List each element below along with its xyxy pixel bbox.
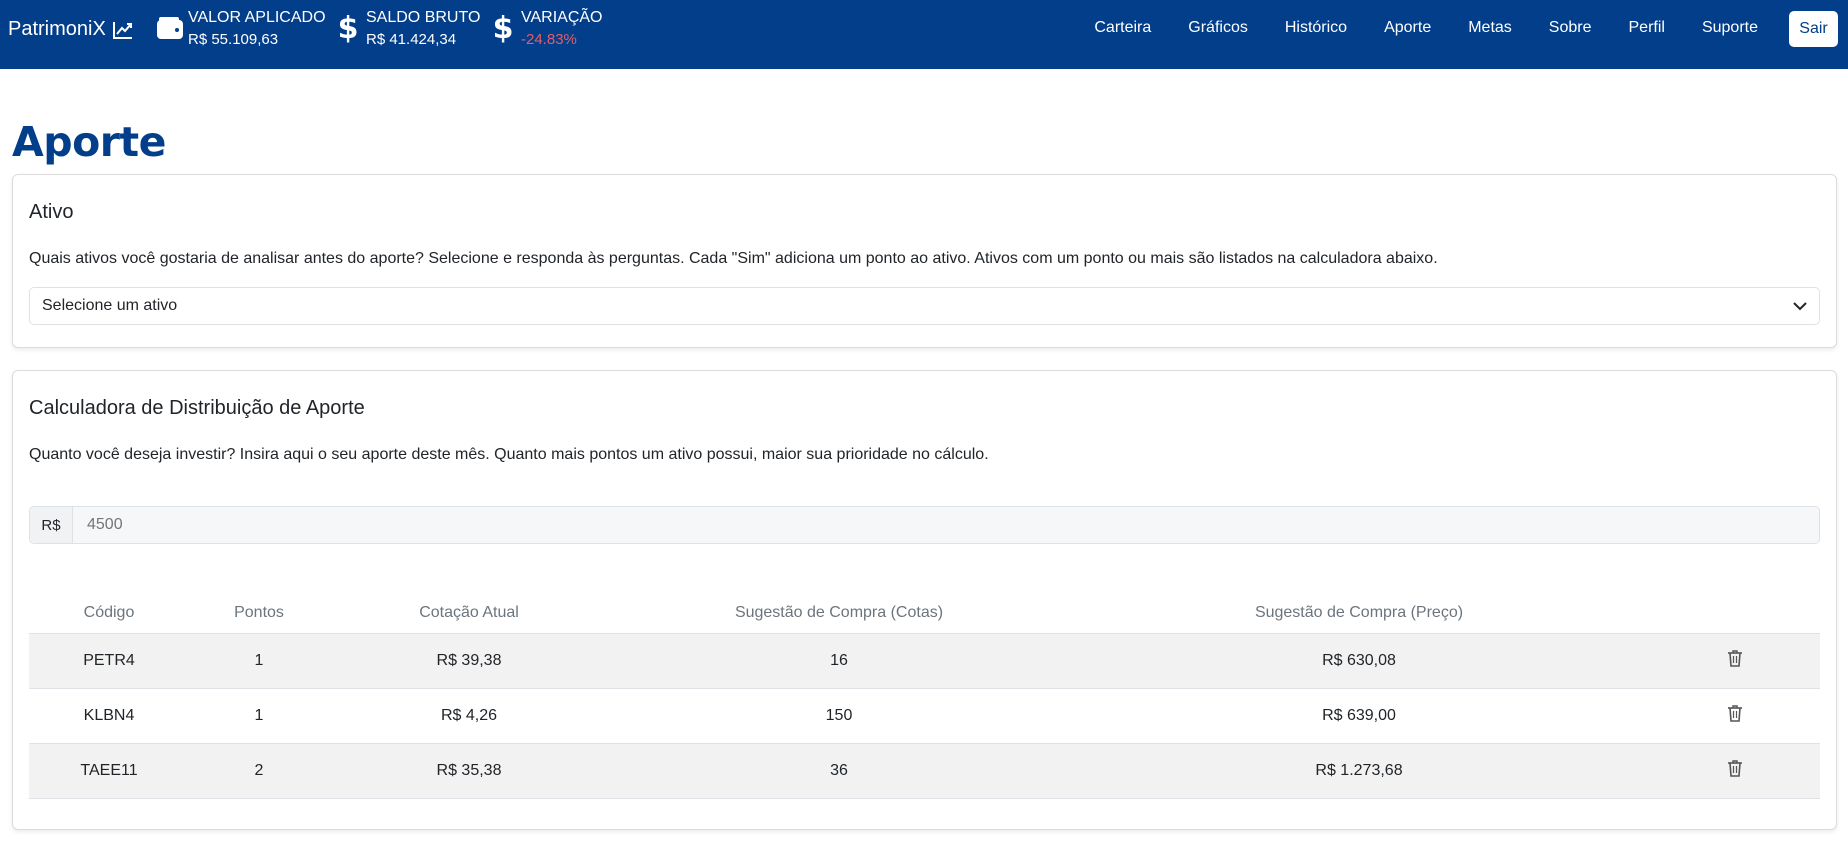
card-description: Quais ativos você gostaria de analisar a… bbox=[29, 250, 1438, 267]
cell-cotas: 36 bbox=[609, 743, 1069, 799]
page-title: Aporte bbox=[12, 118, 166, 166]
col-cotas: Sugestão de Compra (Cotas) bbox=[609, 593, 1069, 634]
col-cotacao: Cotação Atual bbox=[329, 593, 609, 634]
table-header-row: Código Pontos Cotação Atual Sugestão de … bbox=[29, 593, 1820, 634]
trash-icon[interactable] bbox=[1727, 704, 1743, 722]
cell-actions bbox=[1649, 743, 1820, 799]
stat-label: SALDO BRUTO bbox=[366, 9, 481, 26]
wallet-icon bbox=[152, 8, 188, 48]
stat-label: VALOR APLICADO bbox=[188, 9, 326, 26]
amount-input-group: R$ bbox=[29, 506, 1820, 544]
trash-icon[interactable] bbox=[1727, 649, 1743, 667]
ativo-card: Ativo Quais ativos você gostaria de anal… bbox=[12, 174, 1837, 348]
cell-preco: R$ 639,00 bbox=[1069, 688, 1649, 744]
calculator-card: Calculadora de Distribuição de Aporte Qu… bbox=[12, 370, 1837, 830]
card-title: Ativo bbox=[29, 201, 74, 223]
cell-actions bbox=[1649, 688, 1820, 744]
col-preco: Sugestão de Compra (Preço) bbox=[1069, 593, 1649, 634]
table-row: KLBN4 1 R$ 4,26 150 R$ 639,00 bbox=[29, 688, 1820, 744]
cell-cotas: 16 bbox=[609, 633, 1069, 689]
brand-name: PatrimoniX bbox=[8, 18, 106, 40]
cell-pontos: 2 bbox=[189, 743, 329, 799]
dollar-icon: $ bbox=[492, 10, 514, 46]
nav-link-perfil[interactable]: Perfil bbox=[1629, 19, 1665, 37]
cell-pontos: 1 bbox=[189, 688, 329, 744]
distribution-table: Código Pontos Cotação Atual Sugestão de … bbox=[29, 593, 1820, 799]
select-value: Selecione um ativo bbox=[42, 297, 178, 314]
col-codigo: Código bbox=[29, 593, 189, 634]
amount-input[interactable] bbox=[73, 507, 1819, 543]
nav-link-historico[interactable]: Histórico bbox=[1285, 19, 1347, 37]
cell-cotacao: R$ 4,26 bbox=[329, 688, 609, 744]
chevron-down-icon bbox=[1793, 302, 1807, 311]
trash-icon[interactable] bbox=[1727, 759, 1743, 777]
cell-pontos: 1 bbox=[189, 633, 329, 689]
col-pontos: Pontos bbox=[189, 593, 329, 634]
stat-variacao: $ VARIAÇÃO -24.83% bbox=[485, 8, 603, 52]
nav-link-metas[interactable]: Metas bbox=[1468, 19, 1512, 37]
trending-up-icon bbox=[112, 21, 132, 39]
brand[interactable]: PatrimoniX bbox=[8, 18, 134, 41]
table-row: PETR4 1 R$ 39,38 16 R$ 630,08 bbox=[29, 633, 1820, 689]
card-description: Quanto você deseja investir? Insira aqui… bbox=[29, 446, 989, 463]
col-actions bbox=[1649, 593, 1820, 634]
nav-link-carteira[interactable]: Carteira bbox=[1094, 19, 1151, 37]
nav-links: Carteira Gráficos Histórico Aporte Metas… bbox=[1057, 19, 1758, 37]
cell-cotacao: R$ 39,38 bbox=[329, 633, 609, 689]
nav-link-suporte[interactable]: Suporte bbox=[1702, 19, 1758, 37]
top-navbar: PatrimoniX VALOR APLICADO R$ 55.109,63 $… bbox=[0, 0, 1848, 69]
stat-value: R$ 55.109,63 bbox=[188, 31, 279, 48]
ativo-select[interactable]: Selecione um ativo bbox=[29, 287, 1820, 325]
cell-preco: R$ 630,08 bbox=[1069, 633, 1649, 689]
nav-link-graficos[interactable]: Gráficos bbox=[1188, 19, 1248, 37]
stat-value: R$ 41.424,34 bbox=[366, 31, 457, 48]
nav-link-sobre[interactable]: Sobre bbox=[1549, 19, 1592, 37]
cell-actions bbox=[1649, 633, 1820, 689]
cell-codigo: PETR4 bbox=[29, 633, 189, 689]
cell-codigo: KLBN4 bbox=[29, 688, 189, 744]
nav-link-aporte[interactable]: Aporte bbox=[1384, 19, 1431, 37]
cell-preco: R$ 1.273,68 bbox=[1069, 743, 1649, 799]
cell-cotas: 150 bbox=[609, 688, 1069, 744]
cell-codigo: TAEE11 bbox=[29, 743, 189, 799]
stat-label: VARIAÇÃO bbox=[521, 9, 603, 26]
currency-prefix: R$ bbox=[30, 507, 73, 543]
stat-value-negative: -24.83% bbox=[521, 31, 577, 48]
logout-button[interactable]: Sair bbox=[1789, 11, 1838, 47]
dollar-icon: $ bbox=[337, 10, 359, 46]
card-title: Calculadora de Distribuição de Aporte bbox=[29, 397, 365, 419]
stat-saldo-bruto: $ SALDO BRUTO R$ 41.424,34 bbox=[330, 8, 481, 52]
table-row: TAEE11 2 R$ 35,38 36 R$ 1.273,68 bbox=[29, 743, 1820, 799]
cell-cotacao: R$ 35,38 bbox=[329, 743, 609, 799]
stat-valor-aplicado: VALOR APLICADO R$ 55.109,63 bbox=[152, 8, 326, 52]
